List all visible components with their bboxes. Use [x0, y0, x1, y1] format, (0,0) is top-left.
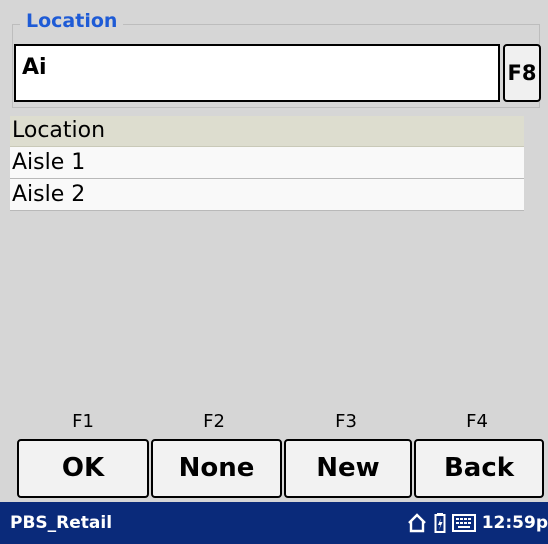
lookup-f8-button[interactable]: F8	[503, 44, 541, 102]
f4-label: F4	[466, 411, 488, 432]
location-group-legend: Location	[20, 9, 124, 33]
list-item[interactable]: Aisle 2	[10, 179, 524, 211]
keyboard-icon[interactable]	[451, 514, 476, 532]
ok-button[interactable]: OK	[17, 439, 149, 498]
f2-label: F2	[203, 411, 225, 432]
none-button[interactable]: None	[151, 439, 282, 498]
function-key-labels: F1 F2 F3 F4	[17, 410, 545, 436]
f1-label: F1	[72, 411, 94, 432]
list-column-header[interactable]: Location	[10, 116, 524, 147]
battery-icon[interactable]	[434, 512, 446, 534]
location-lookup-screen: Location Ai F8 Location Aisle 1 Aisle 2 …	[0, 0, 548, 544]
location-input[interactable]: Ai	[14, 44, 500, 102]
location-list: Location Aisle 1 Aisle 2	[10, 116, 524, 211]
app-name[interactable]: PBS_Retail	[10, 502, 112, 544]
system-tray: 12:59p	[406, 502, 548, 544]
home-icon[interactable]	[406, 512, 428, 534]
f3-label: F3	[335, 411, 357, 432]
list-item[interactable]: Aisle 1	[10, 147, 524, 179]
new-button[interactable]: New	[284, 439, 412, 498]
taskbar: PBS_Retail 12:59p	[0, 502, 548, 544]
clock[interactable]: 12:59p	[482, 502, 548, 544]
back-button[interactable]: Back	[414, 439, 544, 498]
